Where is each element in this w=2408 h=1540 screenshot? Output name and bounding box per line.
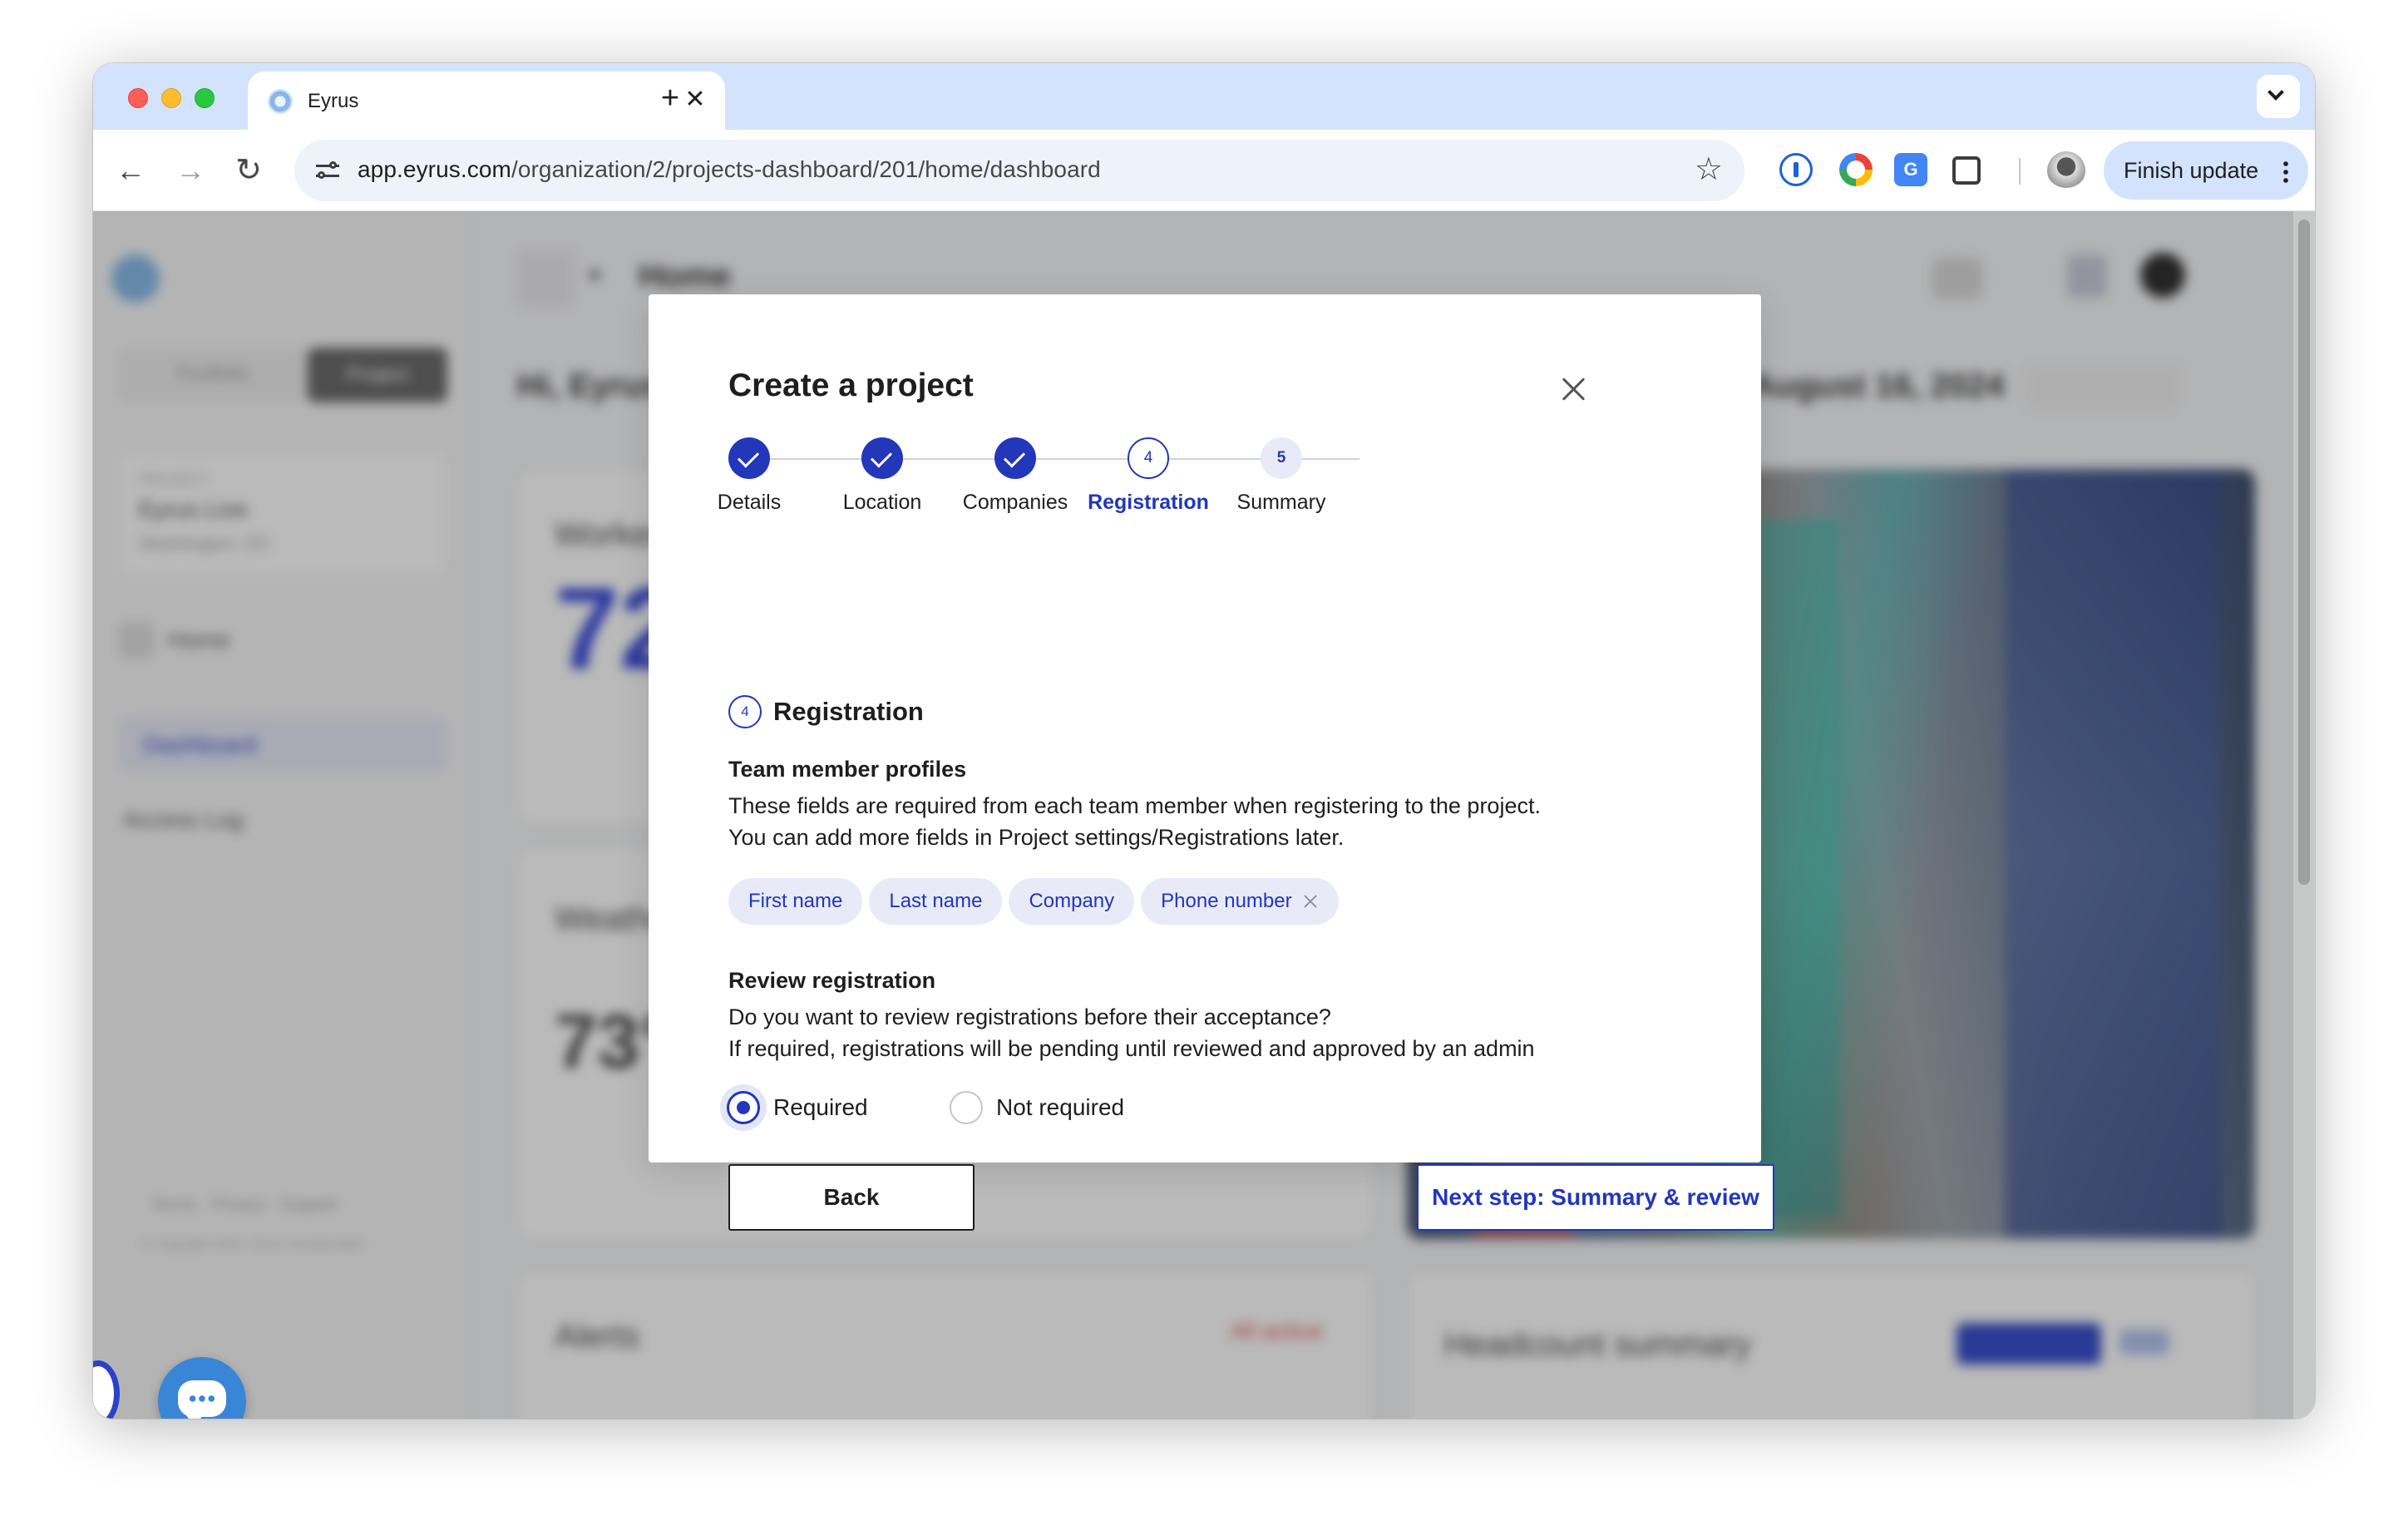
chevron-down-icon [2267,84,2284,101]
step-details[interactable] [728,437,770,479]
toolbar-divider [2019,158,2021,185]
tab-title: Eyrus [308,90,359,112]
review-registration-heading: Review registration [728,968,936,993]
url-text[interactable]: app.eyrus.com/organization/2/projects-da… [358,156,1101,183]
browser-window: Eyrus ✕ + ← → ↻ app.eyrus.com/organizati… [93,63,2315,1419]
radio-required[interactable] [727,1091,760,1124]
step-label-location: Location [842,491,922,514]
review-registration-hint: If required, registrations will be pendi… [728,1036,1535,1061]
browser-toolbar: ← → ↻ app.eyrus.com/organization/2/proje… [93,130,2315,211]
chip-label: Last name [889,890,983,912]
forward-arrow-icon[interactable]: → [170,150,211,191]
step-label-details: Details [717,491,782,514]
tab-strip: Eyrus ✕ + [93,63,2315,130]
step-registration[interactable]: 4 [1128,437,1169,479]
chip-company: Company [1009,878,1135,925]
step-summary[interactable]: 5 [1261,437,1302,479]
scrollbar-thumb[interactable] [2298,220,2310,885]
remove-chip-icon[interactable] [1302,893,1319,910]
review-registration-question: Do you want to review registrations befo… [728,1004,1331,1029]
translate-extension-icon[interactable]: G [1894,153,1927,186]
address-bar[interactable]: app.eyrus.com/organization/2/projects-da… [294,140,1744,201]
back-button[interactable]: Back [728,1164,975,1231]
step-label-companies: Companies [962,491,1068,514]
eyrus-favicon-icon [268,89,293,114]
chip-label: First name [748,890,843,912]
maximize-window-button[interactable] [195,88,215,108]
back-arrow-icon[interactable]: ← [110,150,151,191]
chip-first-name: First name [728,878,863,925]
site-settings-icon[interactable] [313,156,343,186]
chip-label: Phone number [1161,890,1292,912]
url-host: app.eyrus.com [358,156,511,182]
chip-label: Company [1029,890,1115,912]
radio-required-label[interactable]: Required [773,1094,868,1121]
section-title: Registration [773,697,924,726]
extensions-puzzle-icon[interactable] [1952,156,1981,185]
modal-title: Create a project [728,368,974,403]
finish-update-label: Finish update [2124,158,2259,183]
step-label-registration: Registration [1088,491,1209,514]
create-project-modal: Create a project 4 5 Details Location Co… [649,294,1774,1231]
close-icon[interactable] [1557,373,1590,406]
finish-update-button[interactable]: Finish update [2104,141,2308,200]
chip-last-name: Last name [869,878,1003,925]
color-picker-extension-icon[interactable] [1839,153,1873,186]
url-path: /organization/2/projects-dashboard/201/h… [511,156,1101,182]
step-label-summary: Summary [1236,491,1326,514]
step-companies[interactable] [994,437,1036,479]
team-profiles-hint: You can add more fields in Project setti… [728,825,1345,850]
reload-icon[interactable]: ↻ [228,150,269,191]
chip-phone-number: Phone number [1141,878,1339,925]
section-number-badge: 4 [728,695,762,728]
chat-dots-icon [188,1395,216,1402]
required-fields-chips: First name Last name Company Phone numbe… [728,878,1339,925]
next-step-button[interactable]: Next step: Summary & review [1417,1164,1774,1231]
page-scrollbar[interactable] [2293,211,2315,1419]
tab-search-button[interactable] [2257,75,2300,118]
radio-not-required-label[interactable]: Not required [996,1094,1124,1121]
minimize-window-button[interactable] [161,88,181,108]
team-profiles-heading: Team member profiles [728,757,967,782]
profile-avatar[interactable] [2047,151,2085,190]
new-tab-button[interactable]: + [652,80,688,116]
more-vertical-icon[interactable] [2283,160,2288,183]
team-profiles-description: These fields are required from each team… [728,793,1541,818]
radio-not-required[interactable] [950,1091,983,1124]
close-window-button[interactable] [128,88,148,108]
password-manager-extension-icon[interactable] [1779,153,1813,186]
bookmark-star-icon[interactable]: ☆ [1695,151,1723,188]
step-location[interactable] [861,437,903,479]
